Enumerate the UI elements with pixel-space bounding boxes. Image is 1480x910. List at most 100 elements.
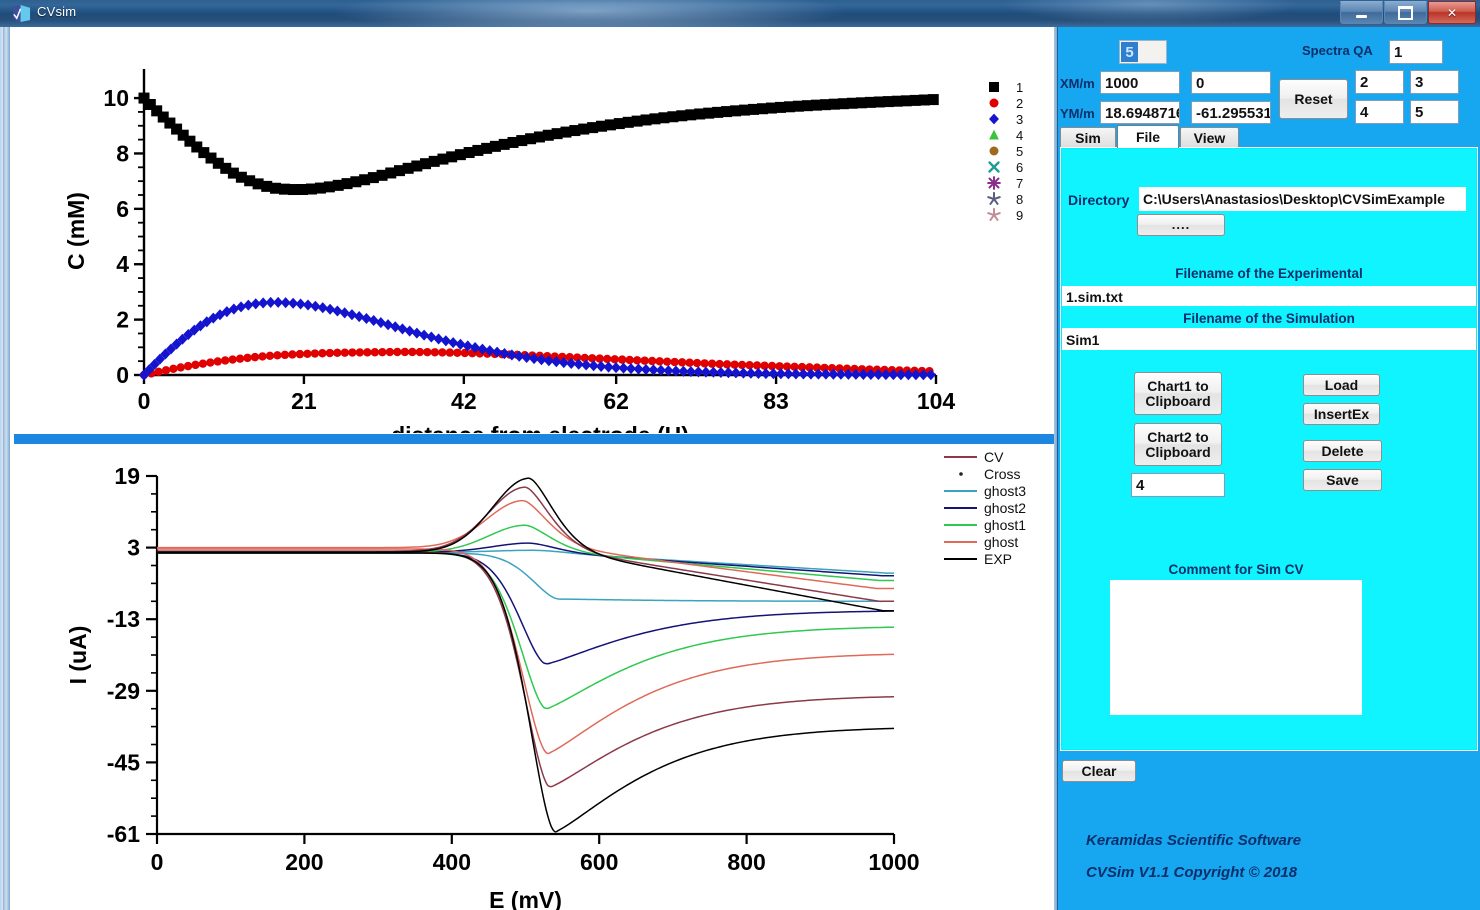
ym-max-input[interactable]: 18.6948716: [1100, 101, 1180, 124]
insertex-button[interactable]: InsertEx: [1303, 403, 1380, 425]
reset-button[interactable]: Reset: [1279, 79, 1348, 119]
directory-label: Directory: [1068, 192, 1130, 208]
svg-text:83: 83: [763, 388, 789, 414]
comment-textarea[interactable]: [1110, 580, 1362, 715]
spectra-qa-input[interactable]: 1: [1389, 40, 1443, 64]
svg-text:0: 0: [116, 362, 129, 388]
close-icon: ✕: [1446, 5, 1458, 20]
ym-min-input[interactable]: -61.295531: [1191, 101, 1271, 124]
svg-text:EXP: EXP: [984, 551, 1012, 567]
comment-header: Comment for Sim CV: [1110, 561, 1362, 579]
chart1-to-clipboard-button[interactable]: Chart1 to Clipboard: [1134, 372, 1222, 415]
title-bar: CVsim ✕: [0, 0, 1480, 28]
cvsim-window: CVsim ✕ 0246810021426283104distance from…: [0, 0, 1480, 910]
voltammogram-chart[interactable]: 19 3 -13 -29 -45 -61 0 200 400 600 800 1000 E (mV) I …: [14, 444, 1054, 910]
simulation-filename-input[interactable]: Sim1: [1062, 328, 1476, 350]
simulation-filename-header: Filename of the Simulation: [1062, 310, 1476, 328]
qa-box-5[interactable]: 5: [1410, 100, 1459, 124]
svg-text:-13: -13: [107, 606, 140, 632]
spectra-qa-label: Spectra QA: [1302, 43, 1373, 58]
svg-text:CV: CV: [984, 449, 1004, 465]
svg-text:2: 2: [116, 307, 129, 333]
delete-button[interactable]: Delete: [1303, 440, 1382, 462]
svg-text:10: 10: [103, 85, 129, 111]
titlebar-glow-2: [1000, 0, 1300, 24]
svg-text:ghost: ghost: [984, 534, 1018, 550]
load-button[interactable]: Load: [1303, 374, 1380, 396]
svg-text:104: 104: [917, 388, 956, 414]
svg-text:21: 21: [291, 388, 317, 414]
maximize-icon: [1398, 5, 1413, 20]
xm-label: XM/m: [1060, 76, 1095, 91]
spectra-index-value: 5: [1121, 42, 1138, 62]
svg-text:4: 4: [116, 251, 129, 277]
voltammogram-chart-svg: 19 3 -13 -29 -45 -61 0 200 400 600 800 1000 E (mV) I …: [65, 449, 1026, 910]
svg-text:3: 3: [127, 535, 140, 561]
concentration-chart-svg: 0246810021426283104distance from electro…: [63, 69, 1023, 433]
qa-box-3[interactable]: 3: [1410, 70, 1459, 94]
svg-text:distance from electrode (H): distance from electrode (H): [391, 422, 689, 433]
xm-max-input[interactable]: 1000: [1100, 71, 1180, 94]
panel-tabs: Sim File View: [1060, 125, 1478, 148]
svg-text:-45: -45: [107, 749, 140, 775]
svg-text:-29: -29: [107, 678, 140, 704]
svg-text:3: 3: [1016, 112, 1023, 127]
minimize-icon: [1356, 14, 1367, 18]
svg-text:1000: 1000: [868, 849, 919, 875]
qa-box-4[interactable]: 4: [1355, 100, 1404, 124]
svg-text:600: 600: [580, 849, 618, 875]
svg-text:7: 7: [1016, 176, 1023, 191]
minimize-button[interactable]: [1340, 1, 1383, 24]
qa-box-2[interactable]: 2: [1355, 70, 1404, 94]
clear-button[interactable]: Clear: [1062, 760, 1136, 782]
svg-text:C (mM): C (mM): [63, 192, 89, 270]
svg-text:8: 8: [116, 140, 129, 166]
svg-text:200: 200: [285, 849, 323, 875]
window-controls: ✕: [1339, 1, 1476, 24]
browse-directory-button[interactable]: ....: [1137, 214, 1225, 236]
svg-text:0: 0: [138, 388, 151, 414]
app-icon: [12, 4, 31, 23]
svg-text:400: 400: [433, 849, 471, 875]
svg-text:6: 6: [1016, 160, 1023, 175]
svg-text:-61: -61: [107, 821, 140, 847]
maximize-button[interactable]: [1384, 1, 1427, 24]
svg-text:E (mV): E (mV): [489, 887, 562, 910]
ym-label: YM/m: [1060, 106, 1095, 121]
spectra-index-spinner[interactable]: 5: [1119, 40, 1167, 64]
footer-copyright: CVSim V1.1 Copyright © 2018: [1086, 864, 1298, 881]
save-button[interactable]: Save: [1303, 469, 1382, 491]
svg-text:1: 1: [1016, 80, 1023, 95]
svg-text:19: 19: [114, 463, 140, 489]
svg-text:4: 4: [1016, 128, 1023, 143]
svg-text:ghost1: ghost1: [984, 517, 1026, 533]
svg-text:I (uA): I (uA): [65, 626, 91, 685]
svg-text:6: 6: [116, 196, 129, 222]
tab-sim[interactable]: Sim: [1060, 127, 1116, 148]
window-title: CVsim: [37, 4, 77, 19]
chart2-to-clipboard-button[interactable]: Chart2 to Clipboard: [1134, 423, 1222, 466]
xm-min-input[interactable]: 0: [1191, 71, 1271, 94]
svg-text:2: 2: [1016, 96, 1023, 111]
svg-text:42: 42: [451, 388, 477, 414]
svg-text:0: 0: [151, 849, 164, 875]
directory-input[interactable]: C:\Users\Anastasios\Desktop\CVSimExample: [1139, 187, 1466, 211]
chart-index-input[interactable]: 4: [1131, 473, 1225, 497]
experimental-filename-input[interactable]: 1.sim.txt: [1062, 286, 1476, 306]
svg-text:8: 8: [1016, 192, 1023, 207]
svg-text:Cross: Cross: [984, 466, 1021, 482]
svg-text:ghost2: ghost2: [984, 500, 1026, 516]
footer-company: Keramidas Scientific Software: [1086, 832, 1302, 849]
titlebar-glow: [330, 0, 850, 27]
close-button[interactable]: ✕: [1428, 1, 1476, 24]
svg-text:62: 62: [603, 388, 629, 414]
svg-text:800: 800: [727, 849, 765, 875]
tab-view[interactable]: View: [1180, 127, 1239, 148]
experimental-filename-header: Filename of the Experimental: [1062, 265, 1476, 283]
svg-text:9: 9: [1016, 208, 1023, 223]
svg-text:ghost3: ghost3: [984, 483, 1026, 499]
tab-file[interactable]: File: [1117, 125, 1179, 148]
concentration-chart[interactable]: 0246810021426283104distance from electro…: [14, 27, 1054, 433]
svg-text:5: 5: [1016, 144, 1023, 159]
left-edge-strip: [0, 27, 14, 910]
